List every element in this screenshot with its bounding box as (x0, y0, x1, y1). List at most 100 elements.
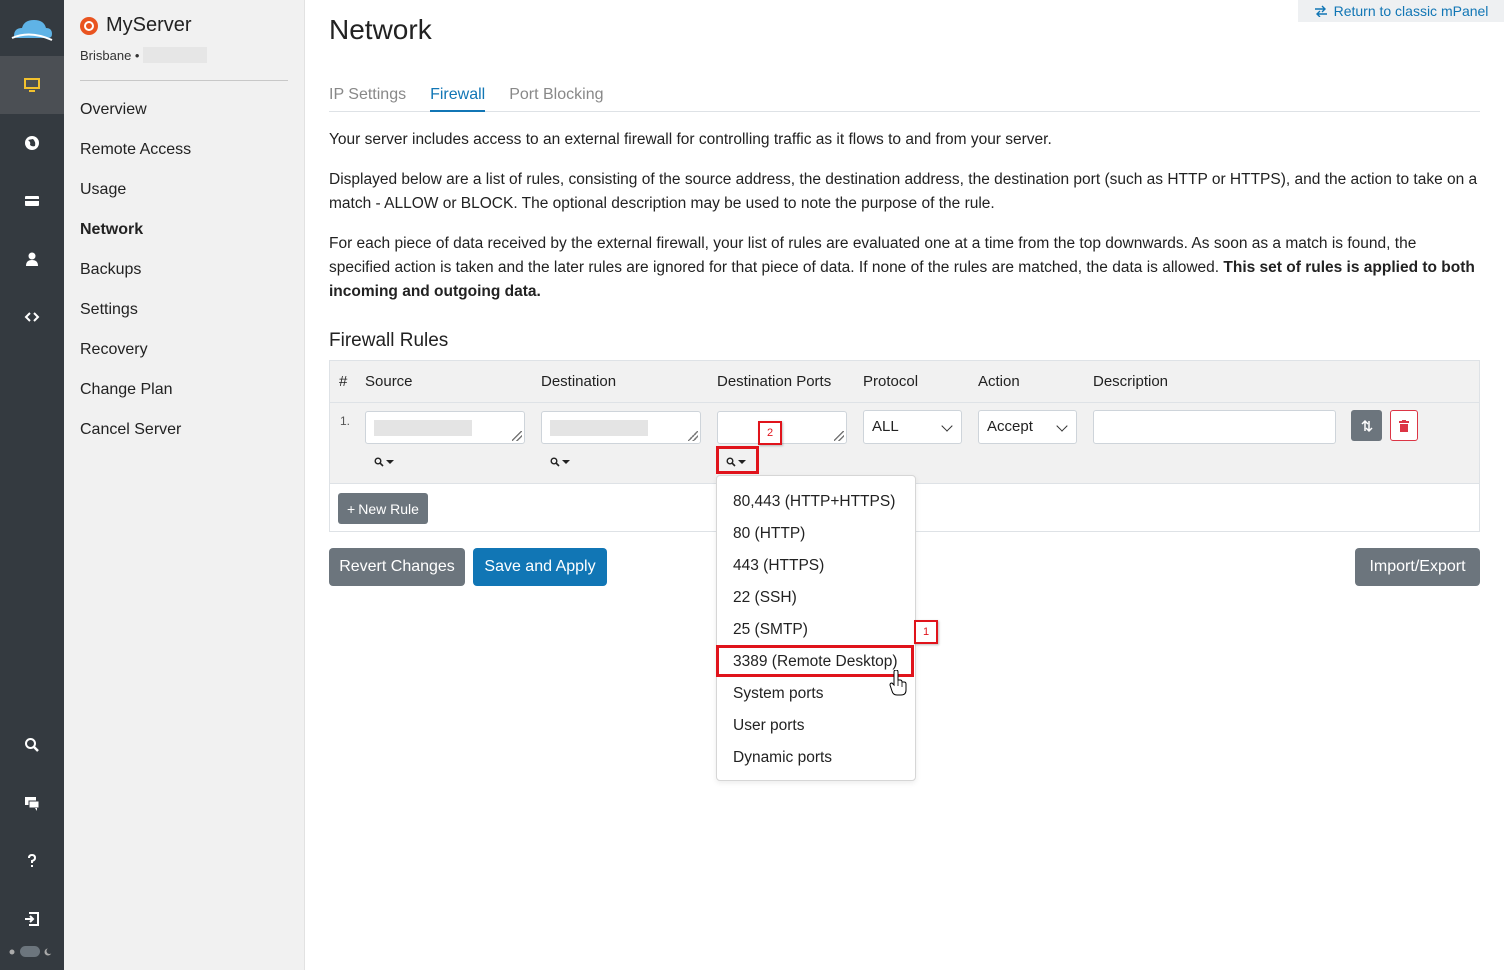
rail-domains[interactable] (0, 114, 64, 172)
swap-arrows-icon (1314, 5, 1327, 17)
rail-servers[interactable] (0, 56, 64, 114)
rail-billing[interactable] (0, 172, 64, 230)
server-name: MyServer (106, 14, 192, 36)
action-select[interactable]: Accept (978, 410, 1077, 444)
credit-card-icon (25, 196, 39, 206)
resize-grip-icon[interactable] (512, 431, 522, 441)
search-icon (374, 457, 384, 467)
port-option-https[interactable]: 443 (HTTPS) (717, 550, 915, 582)
delete-rule-button[interactable] (1390, 410, 1418, 441)
new-rule-button[interactable]: + New Rule (338, 493, 428, 524)
move-rule-button[interactable] (1351, 410, 1382, 441)
caret-down-icon (738, 460, 746, 464)
annotation-marker-1: 1 (914, 620, 938, 644)
caret-down-icon (386, 460, 394, 464)
chevron-down-icon (1056, 420, 1068, 432)
question-mark-icon (28, 853, 37, 867)
row-number: 1. (340, 414, 351, 428)
table-header: # Source Destination Destination Ports P… (330, 361, 1479, 403)
destination-ports-field[interactable] (717, 411, 847, 444)
user-icon (26, 252, 38, 266)
redacted-source (374, 420, 472, 436)
rail-account[interactable] (0, 230, 64, 288)
port-option-http-https[interactable]: 80,443 (HTTP+HTTPS) (717, 486, 915, 518)
server-sidebar: MyServer Brisbane • Overview Remote Acce… (64, 0, 305, 970)
col-destination: Destination (541, 373, 617, 390)
port-option-http[interactable]: 80 (HTTP) (717, 518, 915, 550)
new-rule-label: New Rule (358, 500, 419, 517)
col-action: Action (978, 373, 1020, 390)
page-title: Network (329, 14, 432, 45)
port-option-smtp[interactable]: 25 (SMTP) (717, 614, 915, 646)
server-location: Brisbane • (80, 47, 208, 63)
sidebar-item-settings[interactable]: Settings (80, 290, 191, 330)
search-icon (25, 738, 39, 752)
sidebar-item-backups[interactable]: Backups (80, 250, 191, 290)
return-classic-label: Return to classic mPanel (1333, 3, 1489, 19)
source-field[interactable] (365, 411, 525, 444)
intro-paragraph-1: Your server includes access to an extern… (329, 131, 1052, 148)
destination-field[interactable] (541, 411, 701, 444)
rail-help[interactable] (0, 832, 64, 890)
sidebar-item-network[interactable]: Network (80, 210, 191, 250)
theme-toggle[interactable] (7, 946, 53, 957)
rail-developer[interactable] (0, 288, 64, 346)
rail-logout[interactable] (0, 890, 64, 948)
globe-icon (25, 136, 39, 150)
annotation-marker-2: 2 (758, 421, 782, 445)
sidebar-item-remote-access[interactable]: Remote Access (80, 130, 191, 170)
firewall-rules-title: Firewall Rules (329, 330, 449, 351)
action-value: Accept (987, 418, 1033, 435)
resize-grip-icon[interactable] (688, 431, 698, 441)
ports-dropdown-menu: 80,443 (HTTP+HTTPS) 80 (HTTP) 443 (HTTPS… (716, 475, 916, 781)
tab-firewall[interactable]: Firewall (430, 80, 486, 112)
code-icon (24, 312, 40, 322)
caret-down-icon (562, 460, 570, 464)
protocol-select[interactable]: ALL (863, 410, 962, 444)
source-lookup-button[interactable] (368, 451, 400, 473)
ubuntu-icon (80, 16, 98, 35)
port-option-dynamic-ports[interactable]: Dynamic ports (717, 742, 915, 774)
col-protocol: Protocol (863, 373, 919, 390)
sidebar-item-change-plan[interactable]: Change Plan (80, 370, 191, 410)
reorder-arrows-icon (1360, 419, 1373, 432)
theme-switch[interactable] (20, 946, 40, 957)
chevron-down-icon (941, 420, 953, 432)
sidebar-item-recovery[interactable]: Recovery (80, 330, 191, 370)
col-source: Source (365, 373, 413, 390)
description-field[interactable] (1093, 410, 1336, 444)
rail-chat[interactable] (0, 774, 64, 832)
sidebar-item-cancel-server[interactable]: Cancel Server (80, 410, 191, 450)
rail-search[interactable] (0, 716, 64, 774)
trash-icon (1399, 419, 1409, 432)
moon-icon (44, 947, 53, 955)
col-destination-ports: Destination Ports (717, 373, 832, 390)
intro-paragraph-3: For each piece of data received by the e… (329, 232, 1479, 304)
sidebar-divider (80, 80, 288, 81)
logout-icon (25, 912, 39, 926)
port-option-remote-desktop[interactable]: 3389 (Remote Desktop) (717, 646, 915, 678)
sidebar-item-overview[interactable]: Overview (80, 90, 191, 130)
destination-lookup-button[interactable] (544, 451, 576, 473)
search-icon (726, 457, 736, 467)
revert-changes-button[interactable]: Revert Changes (329, 548, 465, 586)
server-header: MyServer (80, 14, 192, 37)
col-number: # (339, 373, 348, 390)
tab-ip-settings[interactable]: IP Settings (329, 80, 406, 112)
import-export-button[interactable]: Import/Export (1355, 548, 1480, 586)
sidebar-item-usage[interactable]: Usage (80, 170, 191, 210)
tab-port-blocking[interactable]: Port Blocking (509, 80, 603, 112)
port-option-system-ports[interactable]: System ports (717, 678, 915, 710)
save-and-apply-button[interactable]: Save and Apply (473, 548, 607, 586)
port-option-user-ports[interactable]: User ports (717, 710, 915, 742)
protocol-value: ALL (872, 418, 899, 435)
resize-grip-icon[interactable] (834, 431, 844, 441)
return-classic-link[interactable]: Return to classic mPanel (1298, 0, 1504, 22)
col-description: Description (1093, 373, 1169, 390)
port-option-ssh[interactable]: 22 (SSH) (717, 582, 915, 614)
ports-lookup-button[interactable] (720, 451, 752, 473)
chat-icon (25, 797, 40, 811)
network-tabs: IP Settings Firewall Port Blocking (329, 80, 1480, 112)
search-icon (550, 457, 560, 467)
cloud-logo-icon[interactable] (10, 14, 54, 42)
